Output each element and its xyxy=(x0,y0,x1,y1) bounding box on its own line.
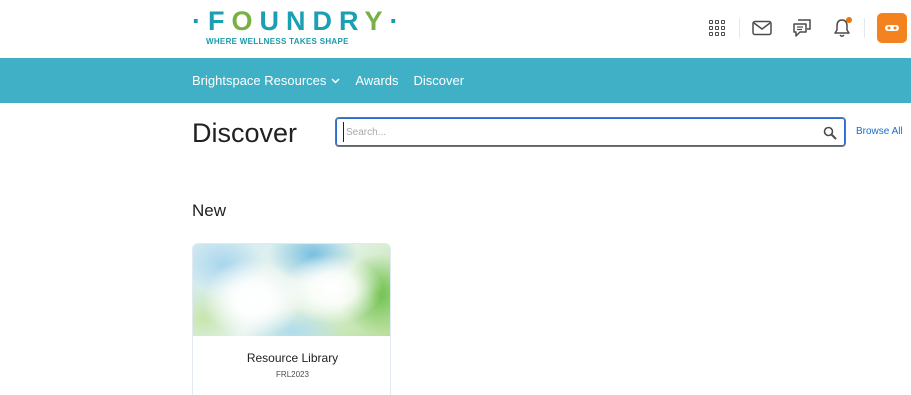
site-header: ·FOUNDRY· WHERE WELLNESS TAKES SHAPE xyxy=(0,0,911,58)
nav-item-discover[interactable]: Discover xyxy=(414,73,465,88)
header-divider xyxy=(739,18,740,38)
page-title: Discover xyxy=(192,118,298,148)
search-box xyxy=(335,117,846,147)
bell-icon[interactable] xyxy=(826,12,858,44)
card-title: Resource Library xyxy=(246,351,339,365)
browse-all-link[interactable]: Browse All xyxy=(856,126,903,137)
header-divider xyxy=(864,18,865,38)
main-navbar: Brightspace Resources Awards Discover xyxy=(0,58,911,103)
nav-item-label: Brightspace Resources xyxy=(192,73,327,88)
nav-item-label: Awards xyxy=(355,73,399,88)
header-actions xyxy=(701,10,911,46)
course-card[interactable]: Resource Library FRL2023 xyxy=(192,243,391,395)
avatar[interactable] xyxy=(877,13,907,43)
logo-tagline: WHERE WELLNESS TAKES SHAPE xyxy=(206,37,349,46)
search-input[interactable] xyxy=(343,122,803,142)
section-title-new: New xyxy=(192,201,227,220)
search-icon[interactable] xyxy=(821,124,839,142)
foundry-logo[interactable]: ·FOUNDRY· WHERE WELLNESS TAKES SHAPE xyxy=(192,6,399,52)
chevron-down-icon xyxy=(331,77,340,84)
nav-item-label: Discover xyxy=(413,73,465,88)
chat-icon[interactable] xyxy=(786,12,818,44)
mail-icon[interactable] xyxy=(746,12,778,44)
nav-item-brightspace-resources[interactable]: Brightspace Resources xyxy=(192,73,340,88)
notification-dot xyxy=(846,17,852,23)
logo-wordmark: ·FOUNDRY· xyxy=(192,6,406,36)
nav-item-awards[interactable]: Awards xyxy=(355,73,398,88)
waffle-icon[interactable] xyxy=(701,12,733,44)
card-image xyxy=(193,244,390,336)
card-code: FRL2023 xyxy=(276,370,309,379)
